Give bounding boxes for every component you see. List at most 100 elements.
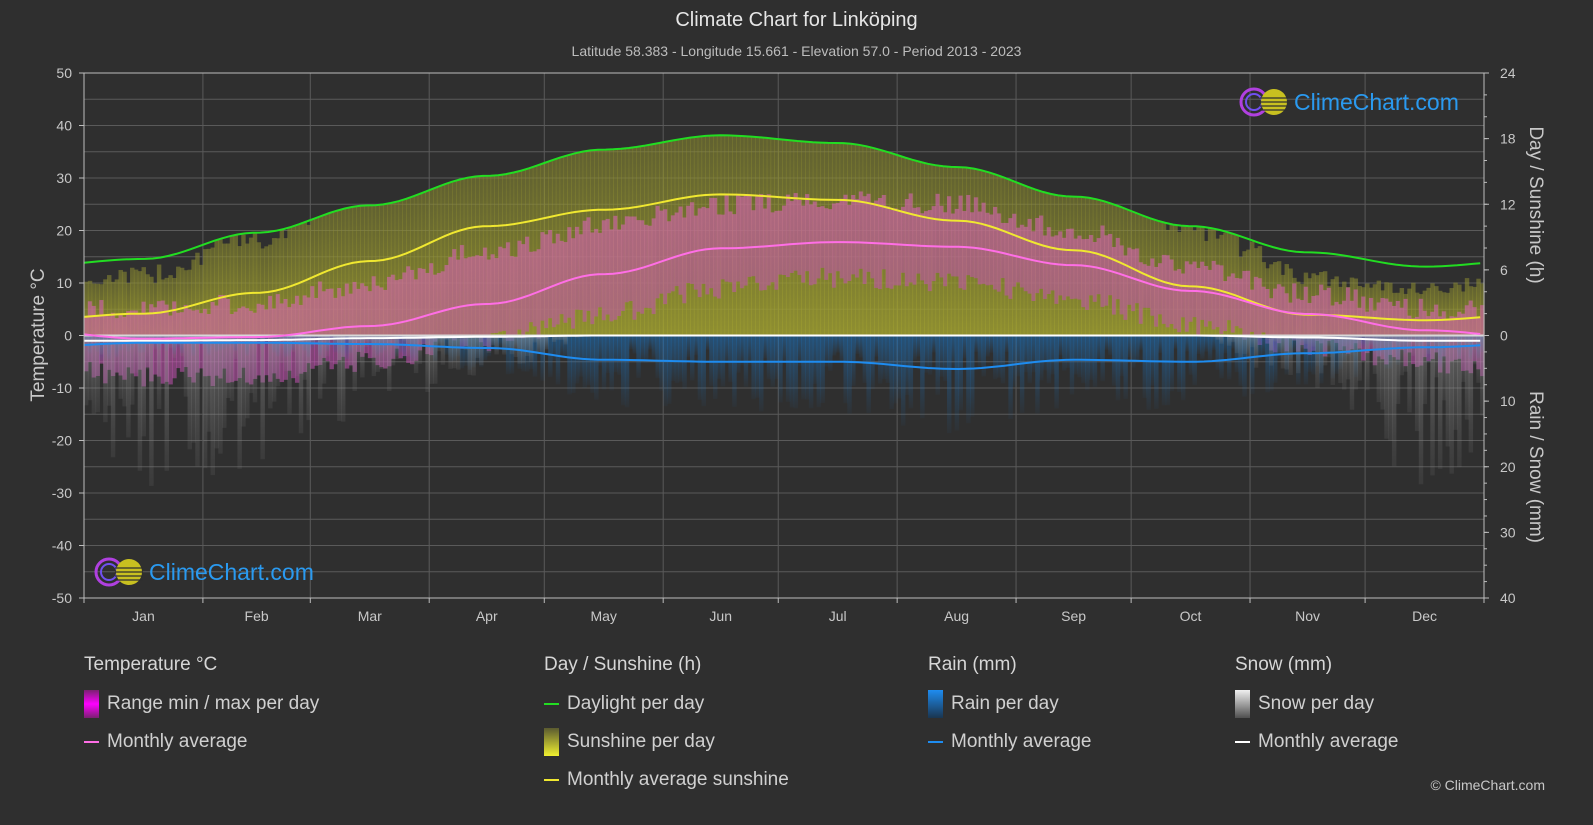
temperature-range-bar [1027, 218, 1032, 294]
temperature-range-bar [728, 211, 733, 283]
snow-day-bar [210, 335, 216, 476]
temperature-range-bar [567, 227, 572, 318]
temperature-range-bar [686, 205, 691, 284]
temperature-range-bar [1276, 284, 1282, 344]
snow-day-bar [1357, 335, 1362, 381]
right-tick-label: 18 [1500, 131, 1516, 147]
temperature-range-bar [939, 205, 944, 278]
rain-day-bar [789, 335, 795, 408]
rain-day-bar [670, 335, 676, 382]
temperature-range-bar [528, 251, 534, 323]
temperature-range-bar [1062, 237, 1067, 301]
snow-day-bar [394, 335, 400, 360]
rain-day-bar [755, 335, 760, 398]
rain-day-bar [1065, 335, 1071, 368]
rain-day-bar [590, 335, 595, 393]
temperature-range-bar [1261, 286, 1266, 333]
snow-day-bar [471, 335, 476, 376]
temperature-range-bar [1169, 259, 1174, 324]
left-tick-label: -20 [52, 433, 72, 449]
rain-day-bar [1004, 335, 1009, 353]
logo-top[interactable]: ClimeChart.com [1238, 86, 1459, 118]
temperature-range-bar [1196, 267, 1201, 336]
temperature-range-bar [1008, 218, 1013, 299]
rain-day-bar [636, 335, 641, 378]
temperature-range-bar [613, 215, 618, 320]
temperature-range-bar [789, 201, 795, 273]
temperature-range-bar [755, 195, 760, 283]
copyright: © ClimeChart.com [1430, 777, 1545, 793]
temperature-range-bar [659, 210, 664, 294]
logo-bottom[interactable]: ClimeChart.com [93, 556, 314, 588]
month-label: Apr [476, 608, 498, 624]
rain-day-bar [774, 335, 779, 380]
temperature-range-bar [448, 257, 453, 336]
temperature-range-bar [851, 194, 856, 275]
temperature-range-bar [947, 196, 952, 274]
temperature-range-bar [1154, 266, 1159, 327]
snow-day-bar [183, 335, 189, 397]
temperature-range-bar [713, 197, 718, 297]
temperature-range-bar [667, 221, 672, 294]
rain-day-bar [1154, 335, 1159, 409]
snow-day-bar [195, 335, 200, 467]
temperature-range-bar [1292, 283, 1297, 341]
rain-day-bar [747, 335, 752, 365]
temperature-range-bar [716, 214, 722, 299]
rain-day-bar [628, 335, 634, 350]
snow-day-bar [1368, 335, 1374, 349]
rain-day-bar [716, 335, 722, 379]
temperature-range-bar [870, 202, 875, 279]
temperature-range-bar [682, 217, 687, 304]
temperature-range-bar [1253, 276, 1259, 336]
temperature-range-bar [1207, 269, 1213, 322]
temperature-range-bar [1096, 238, 1102, 295]
snow-day-bar [225, 335, 231, 399]
snow-day-bar [260, 335, 265, 460]
snow-day-bar [141, 335, 146, 437]
temperature-range-bar [601, 220, 607, 321]
temperature-range-bar [858, 191, 864, 269]
temperature-range-bar [835, 202, 841, 272]
temperature-range-bar [555, 233, 561, 325]
temperature-range-bar [927, 210, 933, 292]
temperature-range-bar [624, 216, 630, 303]
rain-day-bar [885, 335, 891, 383]
snow-day-bar [479, 335, 484, 366]
rain-day-bar [1073, 335, 1079, 375]
rain-day-bar [1104, 335, 1109, 351]
rain-day-bar [1169, 335, 1174, 392]
temperature-range-bar [1184, 261, 1190, 332]
snow-day-bar [241, 335, 246, 427]
month-label: Sep [1061, 608, 1086, 624]
temperature-range-bar [433, 274, 438, 342]
temperature-range-bar [1161, 254, 1167, 324]
right-tick-label: 6 [1500, 262, 1508, 278]
snow-day-bar [306, 335, 311, 421]
temperature-range-bar [333, 297, 338, 365]
temperature-range-bar [897, 211, 902, 286]
temperature-range-bar [1088, 235, 1094, 296]
temperature-range-bar [605, 218, 611, 315]
rain-day-bar [947, 335, 952, 434]
rain-day-bar [843, 335, 848, 404]
rain-day-bar [1000, 335, 1006, 384]
snow-day-bar [1441, 335, 1447, 401]
logo-icon [1239, 87, 1288, 117]
temperature-range-bar [456, 259, 461, 336]
rain-day-bar [939, 335, 944, 377]
rain-day-bar [1062, 335, 1067, 371]
right-tick-label: 40 [1500, 590, 1516, 606]
temperature-range-bar [536, 249, 542, 339]
snow-day-bar [494, 335, 499, 355]
temperature-range-bar [1146, 265, 1151, 308]
snow-day-bar [452, 335, 457, 369]
snow-day-bar [1468, 335, 1474, 453]
temperature-range-bar [701, 206, 706, 284]
snow-day-bar [222, 335, 227, 428]
snow-day-bar [91, 335, 97, 415]
temperature-range-bar [559, 240, 565, 315]
snow-day-bar [95, 335, 100, 413]
temperature-range-bar [647, 225, 653, 309]
snow-day-bar [1418, 335, 1424, 485]
